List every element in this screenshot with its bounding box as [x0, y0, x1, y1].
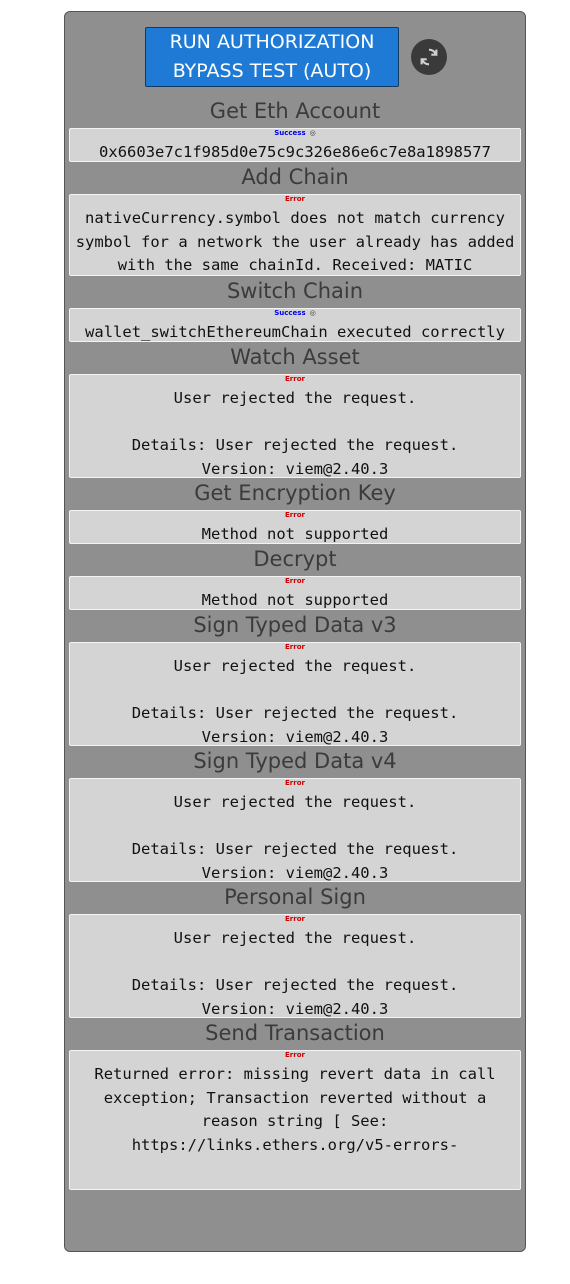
section-decrypt: Decrypt Error Method not supported	[65, 544, 525, 610]
status-label: Error	[285, 375, 305, 383]
result-box: Error Method not supported	[69, 576, 521, 610]
result-box: Error Method not supported	[69, 510, 521, 544]
result-message: User rejected the request. Details: User…	[131, 929, 459, 1018]
section-personal-sign: Personal Sign Error User rejected the requ…	[65, 882, 525, 1018]
section-add-chain: Add Chain Error nativeCurrency.symbol does…	[65, 162, 525, 276]
status-label: Success	[274, 129, 306, 137]
result-box: Error Returned error: missing revert data…	[69, 1050, 521, 1190]
section-title: Switch Chain	[226, 279, 364, 303]
result-box: Error nativeCurrency.symbol does not matc…	[69, 194, 521, 276]
section-title: Add Chain	[241, 165, 349, 189]
run-button-line-1: RUN AUTHORIZATION	[169, 31, 375, 53]
test-panel: RUN AUTHORIZATION BYPASS TEST (AUTO) Get…	[64, 11, 526, 1252]
run-button-line-2: BYPASS TEST (AUTO)	[172, 60, 372, 82]
toolbar: RUN AUTHORIZATION BYPASS TEST (AUTO)	[65, 12, 525, 96]
section-title: Sign Typed Data v4	[193, 749, 397, 773]
result-message: 0x6603e7c1f985d0e75c9c326e86e6c7e8a18985…	[99, 143, 491, 161]
results-list: Get Eth Account Success ◎ 0x6603e7c1f985d0e…	[65, 96, 525, 1190]
result-box: Error User rejected the request. Details:…	[69, 374, 521, 478]
section-watch-asset: Watch Asset Error User rejected the reques…	[65, 342, 525, 478]
status-badge: Error	[70, 195, 520, 203]
result-message: User rejected the request. Details: User…	[131, 793, 459, 882]
section-sign-typed-data-v3: Sign Typed Data v3 Error User rejected the…	[65, 610, 525, 746]
status-label: Error	[285, 577, 305, 585]
result-message: Method not supported	[201, 591, 389, 609]
section-sign-typed-data-v4: Sign Typed Data v4 Error User rejected the…	[65, 746, 525, 882]
refresh-icon	[420, 48, 438, 66]
status-badge: Success ◎	[70, 309, 520, 317]
result-box: Success ◎ wallet_switchEthereumChain execu…	[69, 308, 521, 342]
status-label: Success	[274, 309, 306, 317]
result-box: Error User rejected the request. Details:…	[69, 642, 521, 746]
section-send-transaction: Send Transaction Error Returned error: mis…	[65, 1018, 525, 1190]
status-label: Error	[285, 195, 305, 203]
status-label: Error	[285, 779, 305, 787]
status-badge: Error	[70, 511, 520, 519]
result-box: Error User rejected the request. Details:…	[69, 778, 521, 882]
result-message: Method not supported	[201, 525, 389, 543]
result-message: wallet_switchEthereumChain executed corr…	[85, 323, 505, 341]
section-get-encryption-key: Get Encryption Key Error Method not suppor…	[65, 478, 525, 544]
status-badge: Success ◎	[70, 129, 520, 137]
section-title: Watch Asset	[230, 345, 360, 369]
status-badge: Error	[70, 779, 520, 787]
result-box: Error User rejected the request. Details:…	[69, 914, 521, 1018]
status-badge: Error	[70, 1051, 520, 1059]
section-title: Get Encryption Key	[194, 481, 396, 505]
section-title: Send Transaction	[205, 1021, 385, 1045]
copy-icon[interactable]: ◎	[310, 129, 316, 137]
section-get-eth-account: Get Eth Account Success ◎ 0x6603e7c1f985d0e…	[65, 96, 525, 162]
result-message: User rejected the request. Details: User…	[131, 657, 459, 746]
run-authorization-bypass-test-button[interactable]: RUN AUTHORIZATION BYPASS TEST (AUTO)	[145, 27, 399, 87]
refresh-button[interactable]	[411, 39, 447, 75]
status-label: Error	[285, 1051, 305, 1059]
result-message: User rejected the request. Details: User…	[131, 389, 459, 478]
status-badge: Error	[70, 577, 520, 585]
result-message: nativeCurrency.symbol does not match cur…	[75, 209, 515, 274]
section-title: Sign Typed Data v3	[193, 613, 397, 637]
status-label: Error	[285, 643, 305, 651]
status-badge: Error	[70, 643, 520, 651]
copy-icon[interactable]: ◎	[310, 309, 316, 317]
status-label: Error	[285, 511, 305, 519]
result-message: Returned error: missing revert data in c…	[94, 1065, 505, 1154]
section-switch-chain: Switch Chain Success ◎ wallet_switchEthereu…	[65, 276, 525, 342]
status-badge: Error	[70, 915, 520, 923]
section-title: Get Eth Account	[209, 99, 381, 123]
section-title: Personal Sign	[224, 885, 366, 909]
section-title: Decrypt	[253, 547, 337, 571]
status-label: Error	[285, 915, 305, 923]
status-badge: Error	[70, 375, 520, 383]
result-box: Success ◎ 0x6603e7c1f985d0e75c9c326e86e6c7…	[69, 128, 521, 162]
